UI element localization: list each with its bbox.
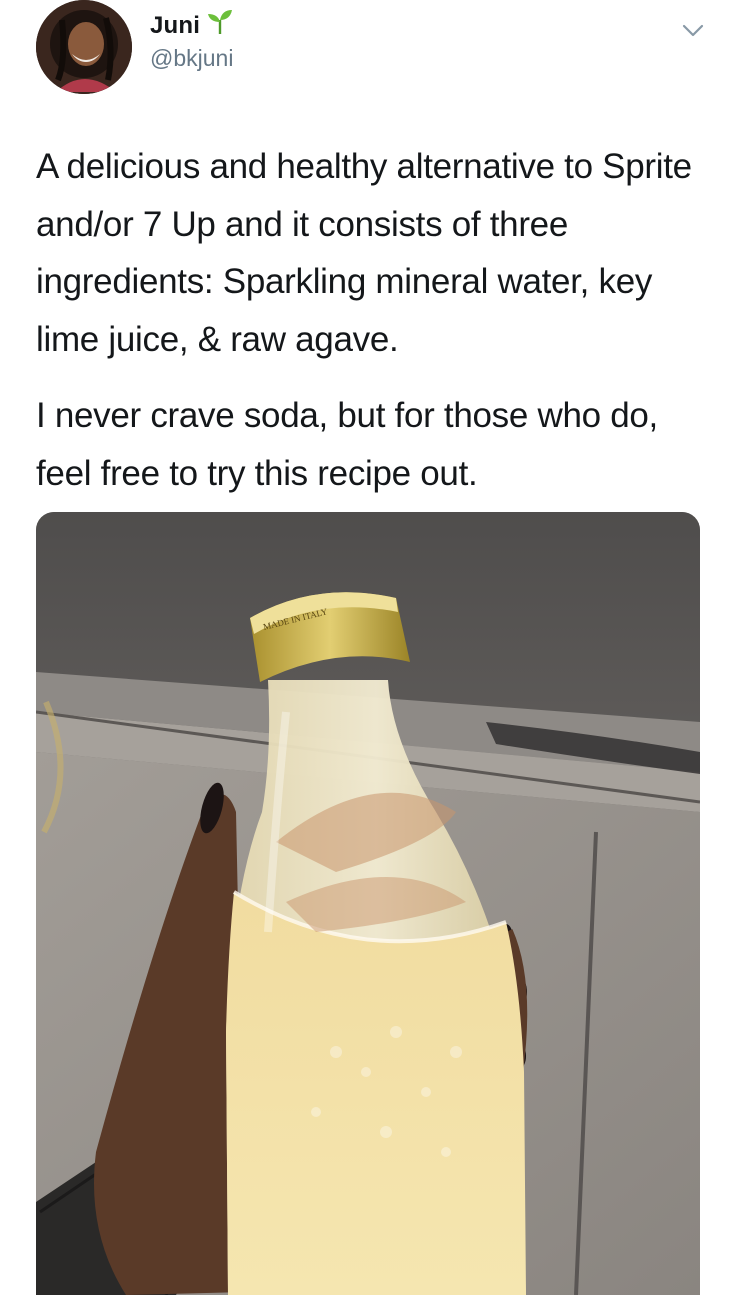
chevron-down-icon[interactable] <box>680 20 706 40</box>
tweet-photo[interactable]: MADE IN ITALY <box>36 512 700 1295</box>
seedling-icon <box>206 8 234 43</box>
author-handle[interactable]: @bkjuni <box>150 45 233 72</box>
tweet-paragraph: I never crave soda, but for those who do… <box>36 396 658 493</box>
tweet-paragraph: A delicious and healthy alternative to S… <box>36 147 692 359</box>
tweet-text: A delicious and healthy alternative to S… <box>36 138 716 502</box>
author-name[interactable]: Juni <box>150 8 234 43</box>
tweet-header: Juni @bkjuni <box>0 0 736 110</box>
display-name-text: Juni <box>150 11 201 39</box>
avatar[interactable] <box>36 0 132 94</box>
